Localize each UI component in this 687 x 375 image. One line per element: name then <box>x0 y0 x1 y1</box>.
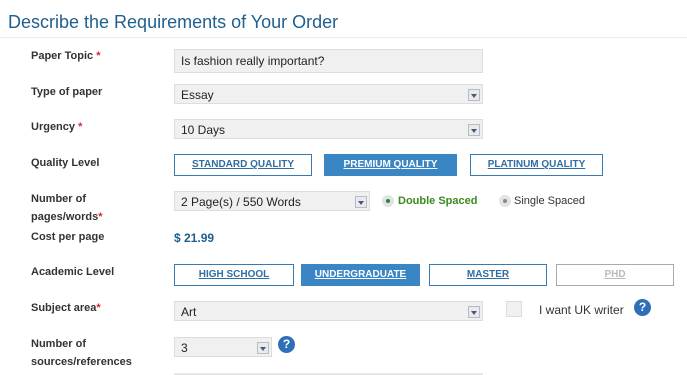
pages-value: 2 Page(s) / 550 Words <box>181 195 301 209</box>
title-divider <box>0 37 687 38</box>
type-of-paper-select[interactable]: Essay <box>174 84 483 104</box>
single-spaced-radio[interactable] <box>499 195 511 207</box>
help-icon[interactable]: ? <box>634 299 651 316</box>
uk-writer-label[interactable]: I want UK writer <box>539 302 624 318</box>
uk-writer-checkbox[interactable] <box>506 301 522 317</box>
double-spaced-radio[interactable] <box>382 195 394 207</box>
sources-value: 3 <box>181 341 188 355</box>
urgency-label: Urgency * <box>31 121 83 133</box>
subject-area-select[interactable]: Art <box>174 301 483 321</box>
quality-standard-button[interactable]: STANDARD QUALITY <box>174 154 312 176</box>
cost-per-page-value: $ 21.99 <box>174 231 215 245</box>
paper-topic-input[interactable]: Is fashion really important? <box>174 49 483 73</box>
chevron-down-icon <box>468 89 480 101</box>
radio-dot <box>386 199 390 203</box>
type-of-paper-label: Type of paper <box>31 86 103 98</box>
pages-label-line2: pages/words* <box>31 211 103 223</box>
double-spaced-label[interactable]: Double Spaced <box>398 194 477 208</box>
sources-label: Number of sources/references <box>31 335 132 371</box>
pages-label: Number of pages/words* <box>31 190 103 226</box>
quality-platinum-button[interactable]: PLATINUM QUALITY <box>470 154 603 176</box>
chevron-down-icon <box>468 306 480 318</box>
subject-area-label: Subject area* <box>31 302 101 314</box>
chevron-down-icon <box>257 342 269 354</box>
academic-level-label: Academic Level <box>31 266 115 278</box>
urgency-select[interactable]: 10 Days <box>174 119 483 139</box>
sources-label-line1: Number of <box>31 338 86 350</box>
pages-select[interactable]: 2 Page(s) / 550 Words <box>174 191 370 211</box>
sources-select[interactable]: 3 <box>174 337 272 357</box>
subject-area-value: Art <box>181 305 197 319</box>
academic-phd-button[interactable]: PHD <box>556 264 674 286</box>
chevron-down-icon <box>468 124 480 136</box>
help-icon[interactable]: ? <box>278 336 295 353</box>
pages-label-line1: Number of <box>31 193 86 205</box>
chevron-down-icon <box>355 196 367 208</box>
radio-dot <box>503 199 507 203</box>
academic-master-button[interactable]: MASTER <box>429 264 547 286</box>
type-of-paper-value: Essay <box>181 88 214 102</box>
academic-high-school-button[interactable]: HIGH SCHOOL <box>174 264 294 286</box>
cost-per-page-label: Cost per page <box>31 231 105 243</box>
single-spaced-label[interactable]: Single Spaced <box>514 194 585 208</box>
quality-premium-button[interactable]: PREMIUM QUALITY <box>324 154 457 176</box>
academic-undergraduate-button[interactable]: UNDERGRADUATE <box>301 264 420 286</box>
quality-level-label: Quality Level <box>31 157 100 169</box>
paper-topic-label: Paper Topic * <box>31 50 101 62</box>
urgency-value: 10 Days <box>181 123 226 137</box>
page-title: Describe the Requirements of Your Order <box>8 12 339 32</box>
sources-label-line2: sources/references <box>31 356 132 368</box>
